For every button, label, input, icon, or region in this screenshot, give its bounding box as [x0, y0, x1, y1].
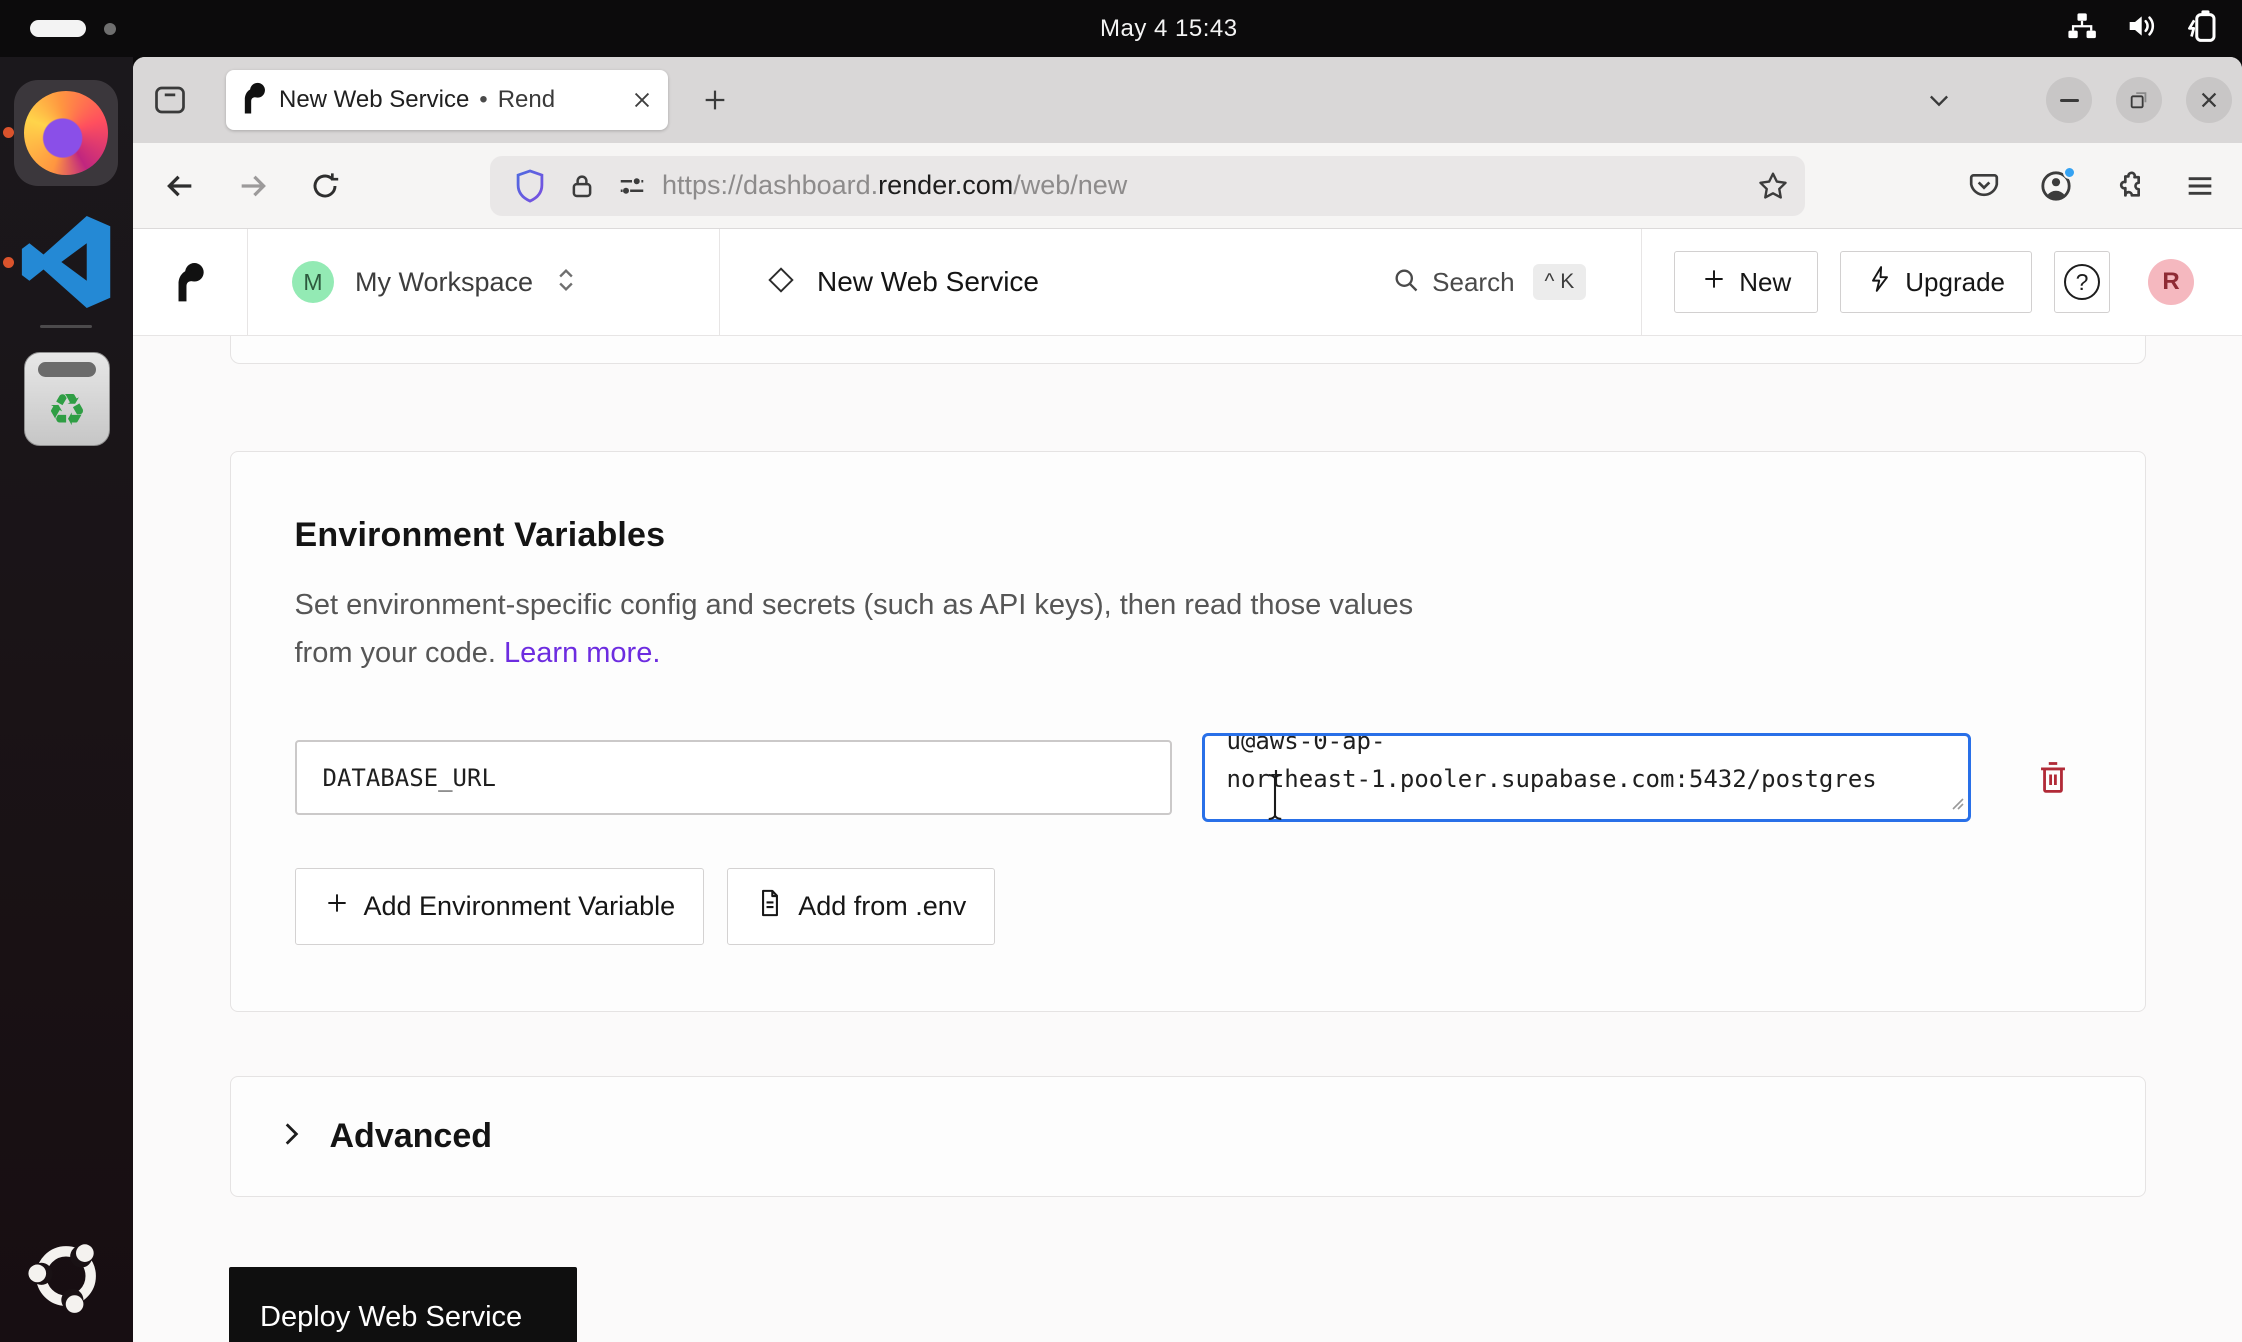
diamond-icon [767, 266, 795, 299]
page-title: New Web Service [817, 266, 1039, 298]
delete-variable-button[interactable] [2029, 754, 2077, 802]
deploy-web-service-button[interactable]: Deploy Web Service [229, 1267, 577, 1342]
lock-icon[interactable] [560, 164, 604, 208]
ubuntu-dock: ♻ [0, 57, 133, 1342]
header-divider [1641, 229, 1642, 336]
pocket-icon[interactable] [1962, 164, 2006, 208]
chevron-right-icon [278, 1119, 304, 1154]
user-avatar[interactable]: R [2148, 259, 2194, 305]
add-from-env-button[interactable]: Add from .env [727, 868, 995, 945]
search-shortcut-badge: ^ K [1533, 264, 1587, 300]
new-tab-button[interactable] [693, 78, 737, 122]
chevron-up-down-icon [555, 266, 577, 299]
url-text: https://dashboard.render.com/web/new [662, 170, 1127, 201]
firefox-icon [24, 91, 108, 175]
battery-charging-icon [2184, 8, 2220, 49]
system-clock: May 4 15:43 [1100, 0, 1238, 57]
previous-card-bottom-edge [230, 336, 2146, 364]
account-notification-dot [2063, 166, 2076, 179]
dock-separator [40, 325, 92, 328]
help-button[interactable]: ? [2054, 251, 2110, 313]
url-bar[interactable]: https://dashboard.render.com/web/new [490, 156, 1805, 216]
account-icon[interactable] [2034, 164, 2078, 208]
upgrade-button[interactable]: Upgrade [1840, 251, 2032, 313]
env-card-title: Environment Variables [295, 516, 2081, 555]
plus-icon [324, 890, 350, 923]
firefox-view-button[interactable] [148, 78, 192, 122]
tracking-shield-icon[interactable] [508, 164, 552, 208]
maximize-button[interactable] [2116, 77, 2162, 123]
add-environment-variable-button[interactable]: Add Environment Variable [295, 868, 705, 945]
search-label: Search [1432, 267, 1514, 298]
trash-lid-slot [38, 362, 96, 377]
env-value-textarea[interactable]: u@aws-0-ap- northeast-1.pooler.supabase.… [1202, 733, 1971, 822]
screen: May 4 15:43 ♻ [0, 0, 2242, 1342]
tab-close-button[interactable] [626, 84, 658, 116]
lightning-icon [1867, 265, 1893, 300]
extensions-icon[interactable] [2106, 164, 2150, 208]
system-top-bar: May 4 15:43 [0, 0, 2242, 57]
reload-button[interactable] [303, 164, 347, 208]
env-key-input[interactable]: DATABASE_URL [295, 740, 1172, 815]
volume-icon [2124, 9, 2158, 48]
back-button[interactable] [158, 164, 202, 208]
tab-list-chevron-button[interactable] [1917, 78, 1961, 122]
minimize-button[interactable] [2046, 77, 2092, 123]
render-favicon [242, 82, 266, 119]
workspace-pill-indicator [30, 20, 86, 37]
environment-variables-card: Environment Variables Set environment-sp… [230, 451, 2146, 1012]
textarea-resize-handle[interactable] [1946, 792, 1966, 817]
recycle-icon: ♻ [47, 385, 86, 437]
firefox-running-dot [3, 127, 14, 138]
env-card-description: Set environment-specific config and secr… [295, 581, 1415, 677]
mouse-ibeam-cursor [1262, 773, 1288, 826]
tab-title-fade [554, 74, 624, 126]
dock-item-trash[interactable]: ♻ [24, 352, 110, 446]
active-tab[interactable]: New Web Service•Rend [226, 70, 668, 130]
network-icon [2066, 10, 2098, 47]
advanced-section-toggle[interactable]: Advanced [230, 1076, 2146, 1197]
workspace-name: My Workspace [355, 267, 533, 298]
vscode-icon [20, 215, 114, 314]
permissions-icon[interactable] [610, 164, 654, 208]
search-button[interactable]: Search ^ K [1392, 264, 1586, 300]
question-mark-icon: ? [2064, 264, 2100, 300]
show-apps-button[interactable] [27, 1237, 105, 1320]
render-logo[interactable] [133, 229, 248, 335]
plus-icon [1701, 266, 1727, 299]
workspace-switcher[interactable]: M My Workspace [248, 229, 720, 335]
env-value-text: u@aws-0-ap- northeast-1.pooler.supabase.… [1227, 733, 1968, 798]
forward-button[interactable] [231, 164, 275, 208]
new-button[interactable]: New [1674, 251, 1818, 313]
dock-item-vscode[interactable] [18, 215, 116, 313]
env-variable-row: DATABASE_URL u@aws-0-ap- northeast-1.poo… [295, 733, 2081, 822]
dock-item-firefox[interactable] [14, 80, 118, 186]
bookmark-star-icon[interactable] [1751, 164, 1795, 208]
ubuntu-logo-icon [27, 1237, 105, 1315]
close-window-button[interactable] [2186, 77, 2232, 123]
learn-more-link[interactable]: Learn more. [504, 637, 660, 669]
page-title-group: New Web Service [720, 266, 1039, 299]
workspace-avatar: M [292, 261, 334, 303]
menu-hamburger-icon[interactable] [2178, 164, 2222, 208]
vscode-running-dot [3, 257, 14, 268]
workspace-dot-indicator [104, 23, 116, 35]
advanced-title: Advanced [330, 1117, 493, 1156]
tab-strip: New Web Service•Rend [133, 57, 2242, 143]
search-icon [1392, 266, 1420, 299]
render-dashboard-page: M My Workspace New Web Service [133, 229, 2242, 1342]
app-header: M My Workspace New Web Service [133, 229, 2242, 336]
browser-toolbar: https://dashboard.render.com/web/new [133, 143, 2242, 229]
firefox-window: New Web Service•Rend [133, 57, 2242, 1342]
trash-icon [2036, 759, 2070, 797]
scroll-content: Environment Variables Set environment-sp… [133, 336, 2242, 1342]
document-icon [756, 888, 784, 925]
